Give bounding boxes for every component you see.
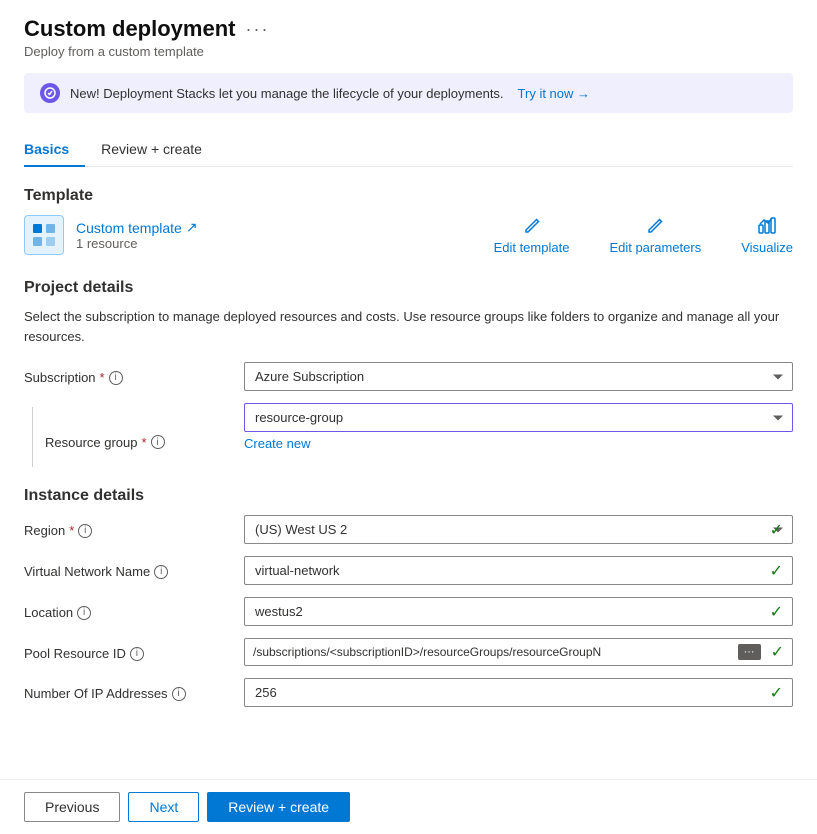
instance-details-section: Instance details Region * i (US) West US… [24, 487, 793, 707]
pool-resource-row: Pool Resource ID i /subscriptions/<subsc… [24, 638, 793, 666]
notification-link[interactable]: Try it now → [518, 86, 590, 101]
vnet-row: Virtual Network Name i ✓ [24, 556, 793, 585]
template-section-title: Template [24, 187, 793, 205]
vnet-input-wrap: ✓ [244, 556, 793, 585]
review-create-button[interactable]: Review + create [207, 792, 350, 822]
footer-bar: Previous Next Review + create [0, 779, 817, 834]
location-input[interactable] [244, 597, 793, 626]
notification-bar: New! Deployment Stacks let you manage th… [24, 73, 793, 113]
region-label: Region * i [24, 515, 244, 538]
region-select[interactable]: (US) West US 2 [244, 515, 793, 544]
tab-review-create[interactable]: Review + create [85, 133, 218, 167]
region-required: * [69, 523, 74, 538]
tab-basics[interactable]: Basics [24, 133, 85, 167]
location-input-wrap: ✓ [244, 597, 793, 626]
template-section: Template Custom template ↗ [24, 187, 793, 255]
project-details-description: Select the subscription to manage deploy… [24, 307, 793, 346]
pool-resource-field: /subscriptions/<subscriptionID>/resource… [244, 638, 793, 666]
edit-parameters-button[interactable]: Edit parameters [609, 216, 701, 255]
page-title: Custom deployment [24, 16, 235, 42]
template-link[interactable]: Custom template ↗ [76, 219, 198, 236]
resource-group-info-icon[interactable]: i [151, 435, 165, 449]
region-check-icon: ✓ [770, 520, 783, 540]
ip-addresses-check-icon: ✓ [770, 683, 783, 703]
subscription-input-wrap: Azure Subscription [244, 362, 793, 391]
subscription-info-icon[interactable]: i [109, 371, 123, 385]
ip-addresses-input[interactable] [244, 678, 793, 707]
ip-addresses-input-wrap: ✓ [244, 678, 793, 707]
location-row: Location i ✓ [24, 597, 793, 626]
template-card: Custom template ↗ 1 resource [24, 215, 198, 255]
resource-group-required: * [142, 435, 147, 450]
location-info-icon[interactable]: i [77, 606, 91, 620]
subscription-label: Subscription * i [24, 362, 244, 385]
pool-resource-badge: ··· [738, 644, 761, 660]
subscription-select[interactable]: Azure Subscription [244, 362, 793, 391]
location-label: Location i [24, 597, 244, 620]
resource-group-label: Resource group * i [45, 427, 165, 450]
pool-resource-check-icon: ✓ [763, 642, 792, 662]
region-info-icon[interactable]: i [78, 524, 92, 538]
region-row: Region * i (US) West US 2 ✓ [24, 515, 793, 544]
instance-details-title: Instance details [24, 487, 793, 505]
resource-group-input-wrap: resource-group Create new [244, 403, 793, 451]
page-subtitle: Deploy from a custom template [24, 44, 793, 59]
resource-group-select[interactable]: resource-group [244, 403, 793, 432]
project-details-section: Project details Select the subscription … [24, 279, 793, 467]
ip-addresses-row: Number Of IP Addresses i ✓ [24, 678, 793, 707]
subscription-required: * [100, 370, 105, 385]
previous-button[interactable]: Previous [24, 792, 120, 822]
project-details-title: Project details [24, 279, 793, 297]
template-resource-count: 1 resource [76, 236, 198, 251]
ellipsis-menu[interactable]: ··· [245, 19, 269, 40]
subscription-row: Subscription * i Azure Subscription [24, 362, 793, 391]
vnet-input[interactable] [244, 556, 793, 585]
pool-resource-text: /subscriptions/<subscriptionID>/resource… [245, 639, 736, 665]
ip-addresses-info-icon[interactable]: i [172, 687, 186, 701]
notification-icon [40, 83, 60, 103]
pool-resource-info-icon[interactable]: i [130, 647, 144, 661]
vnet-check-icon: ✓ [770, 561, 783, 581]
ip-addresses-label: Number Of IP Addresses i [24, 678, 244, 701]
vnet-label: Virtual Network Name i [24, 556, 244, 579]
vnet-info-icon[interactable]: i [154, 565, 168, 579]
notification-text: New! Deployment Stacks let you manage th… [70, 86, 504, 101]
pool-resource-input-wrap: /subscriptions/<subscriptionID>/resource… [244, 638, 793, 666]
template-icon [24, 215, 64, 255]
region-input-wrap: (US) West US 2 ✓ [244, 515, 793, 544]
template-actions: Edit template Edit parameters Visua [494, 216, 793, 255]
edit-template-button[interactable]: Edit template [494, 216, 570, 255]
location-check-icon: ✓ [770, 602, 783, 622]
visualize-button[interactable]: Visualize [741, 216, 793, 255]
external-link-icon: ↗ [186, 219, 198, 236]
tab-bar: Basics Review + create [24, 133, 793, 167]
next-button[interactable]: Next [128, 792, 199, 822]
pool-resource-label: Pool Resource ID i [24, 638, 244, 661]
create-new-link[interactable]: Create new [244, 436, 310, 451]
